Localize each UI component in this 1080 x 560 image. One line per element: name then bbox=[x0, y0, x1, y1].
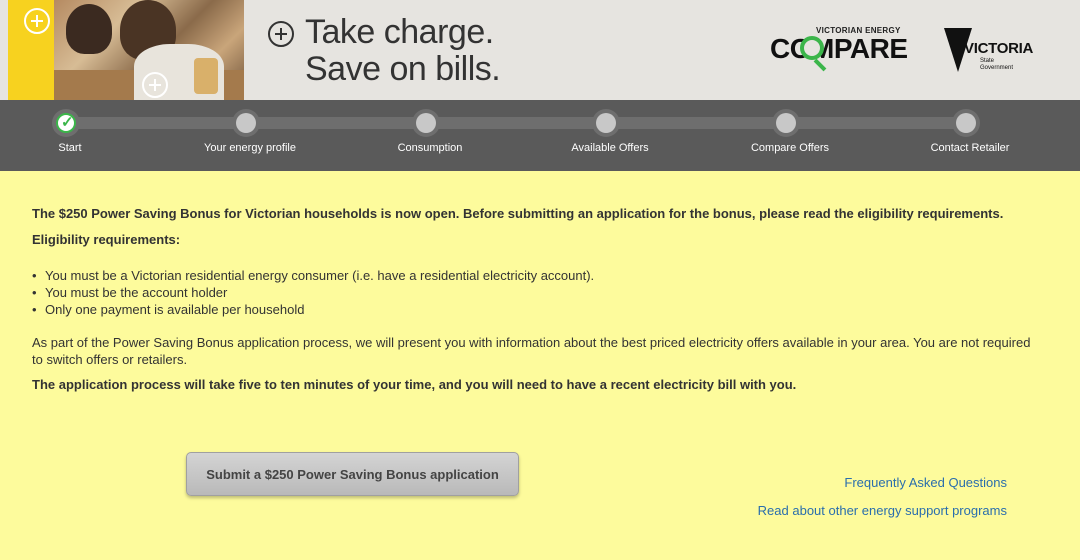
list-item: Only one payment is available per househ… bbox=[32, 301, 1042, 318]
victoria-government-logo[interactable]: VICTORIA State Government bbox=[944, 26, 1034, 76]
progress-track bbox=[66, 117, 966, 129]
step-pending-icon bbox=[952, 109, 980, 137]
victorian-energy-compare-logo[interactable]: VICTORIAN ENERGY COMPARE bbox=[770, 26, 910, 76]
tagline-line-1: Take charge. bbox=[305, 13, 494, 51]
tagline-line-2: Save on bills. bbox=[305, 50, 501, 88]
info-text: As part of the Power Saving Bonus applic… bbox=[32, 335, 1031, 367]
eligibility-heading: Eligibility requirements: bbox=[32, 232, 181, 247]
brand-strip bbox=[8, 0, 54, 100]
duration-text: The application process will take five t… bbox=[32, 377, 797, 392]
vic-logo-subtitle: State Government bbox=[980, 58, 1014, 71]
magnifier-icon bbox=[800, 36, 824, 60]
step-pending-icon bbox=[232, 109, 260, 137]
vic-logo-title: VICTORIA bbox=[964, 40, 1033, 57]
main-content: The $250 Power Saving Bonus for Victoria… bbox=[32, 205, 1042, 393]
step-label: Compare Offers bbox=[750, 142, 830, 154]
energy-support-link[interactable]: Read about other energy support programs bbox=[758, 503, 1007, 518]
intro-text: The $250 Power Saving Bonus for Victoria… bbox=[32, 206, 1004, 221]
checkmark-icon: ✓ bbox=[61, 114, 74, 131]
step-complete-icon: ✓ bbox=[52, 109, 80, 137]
banner-tagline: Take charge. Save on bills. bbox=[305, 13, 501, 88]
submit-application-button[interactable]: Submit a $250 Power Saving Bonus applica… bbox=[186, 452, 519, 496]
hero-photo bbox=[54, 0, 244, 100]
list-item: You must be a Victorian residential ener… bbox=[32, 267, 1042, 284]
step-pending-icon bbox=[412, 109, 440, 137]
step-label: Your energy profile bbox=[204, 142, 296, 154]
list-item: You must be the account holder bbox=[32, 284, 1042, 301]
plus-circle-icon bbox=[24, 8, 50, 34]
step-label: Available Offers bbox=[571, 142, 649, 154]
plus-circle-icon bbox=[268, 21, 294, 47]
header-banner: Take charge. Save on bills. VICTORIAN EN… bbox=[0, 0, 1080, 100]
plus-circle-icon bbox=[142, 72, 168, 98]
step-pending-icon bbox=[592, 109, 620, 137]
requirements-list: You must be a Victorian residential ener… bbox=[32, 267, 1042, 318]
faq-link[interactable]: Frequently Asked Questions bbox=[844, 475, 1007, 490]
step-label: Contact Retailer bbox=[930, 142, 1010, 154]
logo-big-text: COMPARE bbox=[770, 33, 908, 64]
progress-stepper: ✓ Start Your energy profile Consumption Avai… bbox=[0, 100, 1080, 171]
step-pending-icon bbox=[772, 109, 800, 137]
step-label: Consumption bbox=[397, 142, 463, 154]
step-label: Start bbox=[58, 142, 82, 154]
